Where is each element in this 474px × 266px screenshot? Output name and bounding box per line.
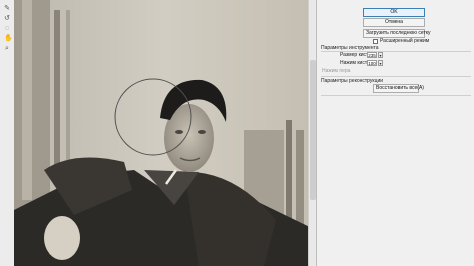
load-last-mesh-button[interactable]: Загрузить последнюю сетку: [363, 29, 431, 38]
liquify-toolbar: ✎ ↺ ◌ ✋ ⌕: [0, 0, 15, 266]
image-canvas[interactable]: [14, 0, 316, 266]
brush-pressure-dropdown[interactable]: ▾: [378, 60, 383, 66]
reconstruct-tool-icon[interactable]: ↺: [4, 15, 10, 22]
brush-size-input[interactable]: 235: [367, 52, 377, 58]
advanced-mode-checkbox[interactable]: [373, 39, 378, 44]
zoom-tool-icon[interactable]: ⌕: [4, 45, 10, 52]
brush-pressure-input[interactable]: 100: [367, 60, 377, 66]
hand-tool-icon[interactable]: ✋: [4, 35, 13, 42]
forward-warp-tool-icon[interactable]: ✎: [4, 5, 10, 12]
liquify-options-panel: OK Отмена Загрузить последнюю сетку Расш…: [316, 0, 474, 266]
photo-preview: [14, 0, 316, 266]
stylus-pressure-label: Нажим пера: [322, 68, 351, 74]
separator: [321, 76, 471, 77]
ok-button[interactable]: OK: [363, 8, 425, 17]
separator: [321, 95, 471, 96]
cancel-button[interactable]: Отмена: [363, 18, 425, 27]
advanced-mode-label: Расширенный режим: [380, 38, 430, 44]
restore-all-button[interactable]: Восстановить все(A): [373, 84, 424, 93]
twirl-tool-icon[interactable]: ◌: [4, 25, 10, 32]
brush-size-dropdown[interactable]: ▾: [378, 52, 383, 58]
